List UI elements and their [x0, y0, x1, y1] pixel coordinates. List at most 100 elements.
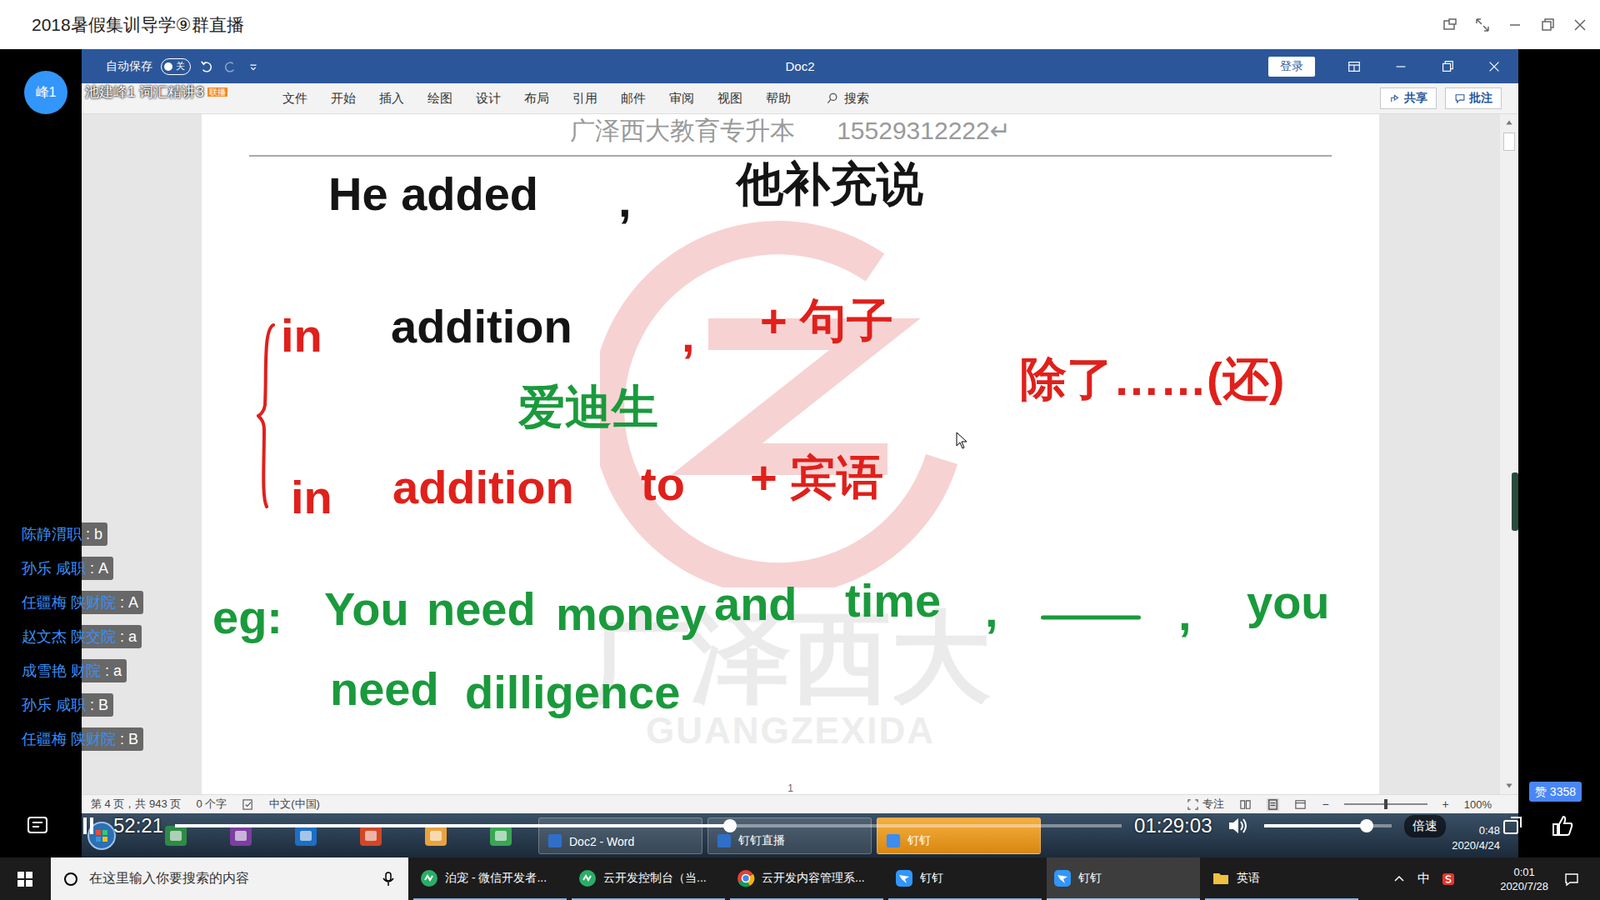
volume-slider[interactable]: [1264, 824, 1392, 828]
thumbs-up-icon[interactable]: [1550, 813, 1575, 839]
elapsed-time: 52:21: [113, 814, 164, 838]
volume-icon[interactable]: [1226, 815, 1249, 837]
customize-icon[interactable]: [245, 59, 261, 75]
chat-user[interactable]: 任疆梅 陕财院: [21, 730, 116, 748]
task-app-icon: [716, 833, 732, 849]
ribbon-tab[interactable]: 绘图: [415, 90, 465, 107]
progress-knob[interactable]: [723, 819, 737, 833]
undo-icon[interactable]: [199, 59, 215, 75]
language[interactable]: 中文(中国): [269, 796, 320, 812]
ribbon-tab[interactable]: 邮件: [609, 90, 658, 107]
notifications-icon[interactable]: [1563, 870, 1580, 888]
watermark-subtitle: GUANGZEXIDA: [201, 710, 1380, 751]
chat-text: : b: [85, 525, 103, 543]
ribbon-tab[interactable]: 视图: [705, 90, 755, 107]
pause-icon[interactable]: [81, 815, 95, 837]
scroll-thumb[interactable]: [1503, 132, 1515, 151]
word-count[interactable]: 0 个字: [195, 796, 227, 812]
login-button[interactable]: 登录: [1268, 56, 1315, 77]
window-mode-icon[interactable]: [1501, 815, 1524, 837]
word-restore-icon[interactable]: [1440, 59, 1455, 75]
screen: 2018暑假集训导学⑨群直播 自动保存 关 Doc2 登录 文件开始插入绘图设计…: [0, 0, 1600, 900]
shared-task-button[interactable]: 钉钉: [876, 817, 1041, 855]
start-button[interactable]: [0, 857, 50, 900]
chat-user[interactable]: 孙乐 咸职: [21, 696, 86, 714]
ink-text: You: [324, 585, 410, 633]
taskbar-app[interactable]: 英语: [1205, 857, 1359, 900]
progress-bar[interactable]: [175, 824, 1122, 828]
web-layout-icon[interactable]: [1294, 798, 1307, 811]
presenter: 峰1 池建峰1 词汇精讲3联播: [24, 70, 228, 115]
taskbar-app[interactable]: 云开发控制台（当...: [571, 857, 725, 900]
ribbon-tab[interactable]: 引用: [560, 90, 610, 107]
ink-text: and: [714, 580, 798, 628]
sogou-icon[interactable]: [1441, 872, 1455, 886]
taskbar-app-label: 云开发控制台（当...: [603, 870, 707, 886]
chat-message: 陈静渭职 : b: [16, 522, 108, 546]
ribbon-tab[interactable]: 插入: [367, 90, 416, 107]
show-hidden-icons-icon[interactable]: [1392, 872, 1406, 886]
taskbar-app[interactable]: 云开发内容管理系...: [730, 857, 884, 900]
quick-access: 自动保存 关: [81, 58, 785, 75]
zoom-level[interactable]: 100%: [1464, 798, 1492, 811]
title-bar: 2018暑假集训导学⑨群直播: [0, 0, 1600, 50]
dingtalk-icon: [895, 869, 914, 888]
scroll-marker: [1511, 472, 1519, 531]
taskbar-clock[interactable]: 0:01 2020/7/28: [1500, 865, 1549, 894]
input-method[interactable]: 中: [1417, 870, 1430, 887]
ribbon-tab[interactable]: 设计: [464, 90, 513, 107]
restore-icon[interactable]: [1539, 16, 1556, 34]
ribbon-tab[interactable]: 布局: [512, 90, 561, 107]
taskbar-app[interactable]: 钉钉: [888, 857, 1042, 900]
scroll-up-icon[interactable]: [1504, 117, 1515, 128]
chat-user[interactable]: 陈静渭职: [21, 525, 82, 543]
ribbon-display-icon[interactable]: [1346, 59, 1362, 75]
ribbon-tab[interactable]: 开始: [319, 90, 368, 107]
chat-user[interactable]: 成雪艳 财院: [21, 662, 101, 680]
chat-user[interactable]: 赵文杰 陕交院: [21, 628, 116, 645]
close-icon[interactable]: [1571, 16, 1589, 34]
zoom-in-button[interactable]: +: [1442, 797, 1450, 811]
volume-knob[interactable]: [1360, 819, 1374, 833]
window-title: 2018暑假集训导学⑨群直播: [31, 13, 245, 37]
taskbar-app[interactable]: 泊宠 - 微信开发者...: [413, 857, 567, 900]
page-count[interactable]: 第 4 页，共 943 页: [90, 796, 181, 812]
word-close-icon[interactable]: [1486, 59, 1502, 75]
zoom-slider[interactable]: [1344, 803, 1428, 805]
focus-button[interactable]: 专注: [1186, 796, 1225, 812]
ribbon-tab[interactable]: 审阅: [657, 90, 706, 107]
print-layout-icon[interactable]: [1266, 798, 1280, 811]
ribbon-tab[interactable]: 帮助: [754, 90, 803, 107]
pin-window-icon[interactable]: [1441, 16, 1459, 34]
vertical-scrollbar[interactable]: [1500, 114, 1519, 795]
clock-date: 2020/7/28: [1500, 879, 1549, 894]
chat-text: : B: [90, 696, 109, 714]
zoom-knob[interactable]: [1384, 799, 1388, 810]
presenter-avatar[interactable]: 峰1: [24, 70, 68, 115]
shared-task-button[interactable]: Doc2 - Word: [538, 817, 703, 855]
redo-icon[interactable]: [222, 59, 238, 75]
chat-message: 孙乐 咸职 : B: [16, 693, 114, 717]
taskbar-app-label: 云开发内容管理系...: [761, 870, 865, 886]
read-mode-icon[interactable]: [1239, 798, 1252, 811]
taskbar-search[interactable]: 在这里输入你要搜索的内容: [50, 857, 409, 900]
minimize-icon[interactable]: [1506, 16, 1524, 34]
task-app-icon: [547, 833, 563, 849]
comments-button[interactable]: 批注: [1445, 87, 1502, 110]
proofing-icon[interactable]: [241, 798, 255, 811]
autosave-toggle[interactable]: 关: [160, 58, 191, 75]
zoom-out-button[interactable]: −: [1321, 797, 1329, 811]
chat-user[interactable]: 孙乐 咸职: [21, 560, 86, 577]
ribbon-tab[interactable]: 文件: [270, 90, 320, 107]
scroll-down-icon[interactable]: [1504, 780, 1515, 791]
chat-toggle-icon[interactable]: [26, 815, 49, 837]
word-minimize-icon[interactable]: [1393, 59, 1409, 75]
taskbar-app[interactable]: 钉钉: [1046, 857, 1200, 900]
share-button[interactable]: 共享: [1380, 87, 1437, 110]
player-controls: 52:21 01:29:03 倍速: [0, 809, 1600, 843]
tell-me-search[interactable]: 搜索: [825, 90, 870, 107]
expand-icon[interactable]: [1474, 16, 1491, 34]
speed-button[interactable]: 倍速: [1404, 815, 1446, 838]
chat-user[interactable]: 任疆梅 陕财院: [21, 594, 116, 611]
microphone-icon[interactable]: [380, 870, 397, 888]
